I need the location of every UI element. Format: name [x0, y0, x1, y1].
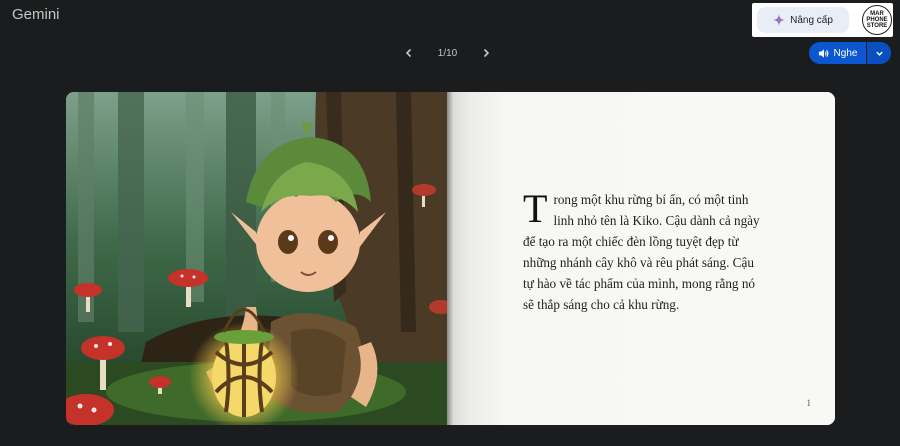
prev-page-button[interactable]: [400, 44, 418, 62]
listen-control: Nghe: [809, 42, 891, 64]
listen-button[interactable]: Nghe: [809, 42, 866, 64]
page-number: 1: [806, 398, 812, 408]
chevron-left-icon: [405, 48, 412, 58]
upgrade-button[interactable]: Nâng cấp: [757, 7, 849, 33]
storybook: Trong một khu rừng bí ẩn, có một tinh li…: [66, 92, 835, 425]
page-navigator: 1/10: [400, 44, 495, 62]
story-paragraph: Trong một khu rừng bí ẩn, có một tinh li…: [523, 189, 763, 315]
app-title: Gemini: [12, 6, 60, 23]
upgrade-label: Nâng cấp: [790, 14, 833, 26]
sparkle-icon: [773, 14, 786, 26]
account-area: Nâng cấp MAR PHONE STORE: [752, 3, 893, 37]
story-text: rong một khu rừng bí ẩn, có một tinh lin…: [523, 192, 760, 312]
text-page: Trong một khu rừng bí ẩn, có một tinh li…: [447, 92, 835, 425]
chevron-down-icon: [875, 51, 883, 56]
book-spine: [447, 92, 453, 425]
next-page-button[interactable]: [477, 44, 495, 62]
chevron-right-icon: [483, 48, 490, 58]
listen-label: Nghe: [833, 47, 858, 59]
story-illustration: [66, 92, 447, 425]
page-indicator: 1/10: [437, 47, 458, 59]
avatar[interactable]: MAR PHONE STORE: [862, 5, 892, 35]
listen-options-button[interactable]: [866, 42, 891, 64]
drop-cap: T: [523, 186, 548, 231]
avatar-text-3: STORE: [866, 23, 888, 29]
speaker-icon: [818, 48, 828, 58]
